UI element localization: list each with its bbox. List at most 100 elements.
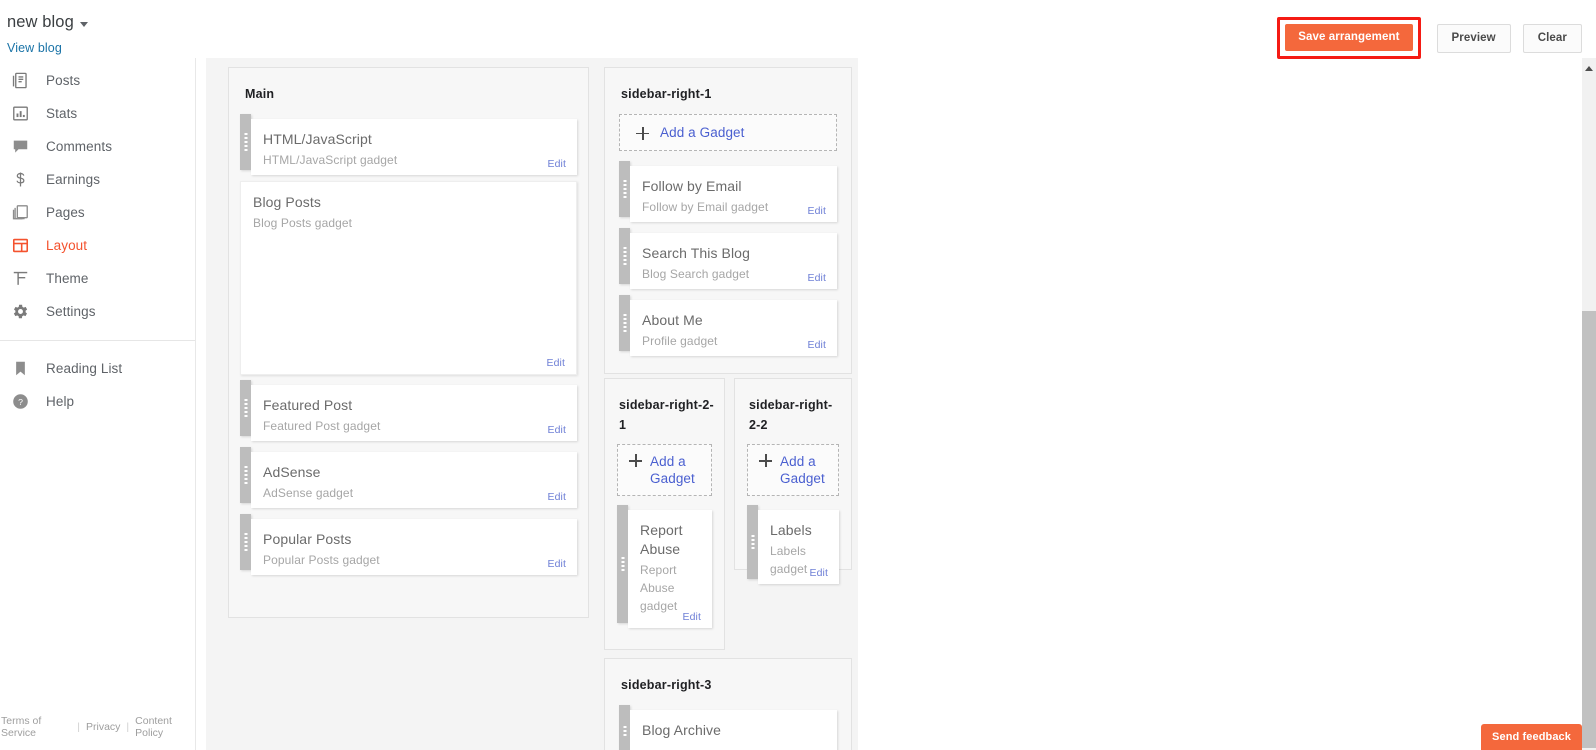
gadget-drag-handle[interactable] [240,514,251,570]
gadget-body: Blog Archive [630,710,837,750]
drag-dots-icon [751,535,754,549]
gadget-subtitle: Popular Posts gadget [263,553,380,567]
blog-selector[interactable]: new blog [7,13,88,32]
sidebar-item-comments[interactable]: Comments [0,130,195,163]
gadget-body: About Me Profile gadget Edit [630,300,837,356]
gadget-card[interactable]: Featured Post Featured Post gadget Edit [240,380,577,441]
add-gadget-slot-sidebar-right-2-1: Add a Gadget [605,435,724,496]
gadget-title: Report Abuse [640,522,683,557]
gadget-card[interactable]: HTML/JavaScript HTML/JavaScript gadget Edi… [240,114,577,175]
sidebar-primary-list: Posts Stats Comments Earnings Pages Layout The… [0,58,195,328]
save-arrangement-button[interactable]: Save arrangement [1285,24,1413,51]
gadget-title: Labels [770,522,812,538]
sidebar-item-layout[interactable]: Layout [0,229,195,262]
gadget-card[interactable]: Popular Posts Popular Posts gadget Edit [240,514,577,575]
gadget-edit-link[interactable]: Edit [548,491,567,503]
footer-separator-1: | [77,721,80,733]
gadget-body: Search This Blog Blog Search gadget Edit [630,233,837,289]
gadget-drag-handle[interactable] [747,505,758,579]
gadget-card[interactable]: AdSense AdSense gadget Edit [240,447,577,508]
drag-dots-icon [244,399,247,417]
add-a-gadget-button[interactable]: Add a Gadget [617,444,712,496]
column-main-gadgets: HTML/JavaScript HTML/JavaScript gadget Edi… [229,104,588,575]
gadget-drag-handle[interactable] [619,161,630,217]
gadget-drag-handle[interactable] [619,295,630,351]
gadget-edit-link[interactable]: Edit [810,567,829,579]
settings-icon [10,301,31,322]
sidebar-item-earnings[interactable]: Earnings [0,163,195,196]
sidebar-item-reading-list[interactable]: Reading List [0,352,195,385]
column-main: Main HTML/JavaScript HTML/JavaScript gadg… [228,67,589,618]
gadget-subtitle: AdSense gadget [263,486,354,500]
gadget-edit-link[interactable]: Edit [548,158,567,170]
column-sidebar-right-1: sidebar-right-1 Add a Gadget Follow by E… [604,67,852,374]
send-feedback-button[interactable]: Send feedback [1481,724,1582,750]
earnings-icon [10,169,31,190]
gadget-title: AdSense [263,464,321,480]
preview-button[interactable]: Preview [1436,23,1511,53]
sidebar-item-posts[interactable]: Posts [0,64,195,97]
terms-of-service-link[interactable]: Terms of Service [1,715,71,739]
gadget-edit-link[interactable]: Edit [808,205,827,217]
sidebar-divider [0,340,195,341]
gadget-body: Labels Labels gadget Edit [758,510,839,584]
column-sidebar-right-2-2-gadgets: Labels Labels gadget Edit [735,496,851,584]
sidebar-item-pages[interactable]: Pages [0,196,195,229]
chevron-down-icon [79,21,88,27]
gadget-drag-handle[interactable] [240,114,251,170]
gadget-card[interactable]: Report Abuse Report Abuse gadget Edit [617,505,712,628]
footer-separator-2: | [126,721,130,733]
sidebar-item-help[interactable]: ? Help [0,385,195,418]
gadget-body: Follow by Email Follow by Email gadget Edi… [630,166,837,222]
sidebar-item-label: Comments [46,139,113,154]
plus-icon [636,126,649,140]
add-a-gadget-button[interactable]: Add a Gadget [747,444,839,496]
gadget-drag-handle[interactable] [617,505,628,623]
gadget-title: Blog Archive [642,722,722,738]
gadget-card[interactable]: About Me Profile gadget Edit [619,295,837,356]
gadget-card[interactable]: Search This Blog Blog Search gadget Edit [619,228,837,289]
gadget-card[interactable]: Blog Archive [619,705,837,750]
gadget-edit-link[interactable]: Edit [808,339,827,351]
gadget-drag-handle[interactable] [240,380,251,436]
clear-button[interactable]: Clear [1522,23,1582,53]
gadget-edit-link[interactable]: Edit [548,558,567,570]
page-scrollbar[interactable] [1582,58,1596,750]
sidebar-item-theme[interactable]: Theme [0,262,195,295]
scrollbar-thumb[interactable] [1582,311,1596,748]
sidebar-item-label: Help [46,394,75,409]
gadget-edit-link[interactable]: Edit [547,357,566,369]
gadget-title: Blog Posts [253,194,321,210]
view-blog-link[interactable]: View blog [7,41,62,55]
column-sidebar-right-2-1: sidebar-right-2-1 Add a Gadget Report Ab… [604,378,725,650]
sidebar-nav: Posts Stats Comments Earnings Pages Layout The… [0,58,196,750]
content-policy-link[interactable]: Content Policy [135,715,196,739]
gadget-card[interactable]: Labels Labels gadget Edit [747,505,839,584]
privacy-link[interactable]: Privacy [86,721,120,733]
plus-icon [759,454,772,467]
gadget-subtitle: Blog Search gadget [642,267,750,281]
gadget-card[interactable]: Follow by Email Follow by Email gadget Edi… [619,161,837,222]
column-title-sidebar-right-2-1: sidebar-right-2-1 [619,398,714,432]
sidebar-item-settings[interactable]: Settings [0,295,195,328]
sidebar-item-label: Settings [46,304,96,319]
gadget-body: Popular Posts Popular Posts gadget Edit [251,519,577,575]
bookmark-icon [10,358,31,379]
gadget-drag-handle[interactable] [619,705,630,750]
sidebar-secondary-list: Reading List? Help [0,352,195,418]
add-a-gadget-button[interactable]: Add a Gadget [619,114,837,151]
gadget-edit-link[interactable]: Edit [683,611,702,623]
sidebar-item-label: Layout [46,238,88,253]
column-title-sidebar-right-2-2: sidebar-right-2-2 [749,398,833,432]
sidebar-item-stats[interactable]: Stats [0,97,195,130]
gadget-drag-handle[interactable] [619,228,630,284]
gadget-edit-link[interactable]: Edit [808,272,827,284]
gadget-subtitle: Report Abuse gadget [640,563,678,613]
help-icon: ? [10,391,31,412]
add-a-gadget-label: Add a Gadget [780,454,825,486]
gadget-card[interactable]: Blog Posts Blog Posts gadget Edit [240,181,577,375]
drag-dots-icon [623,247,626,265]
scrollbar-up-arrow-icon[interactable] [1582,62,1596,74]
gadget-drag-handle[interactable] [240,447,251,503]
gadget-edit-link[interactable]: Edit [548,424,567,436]
